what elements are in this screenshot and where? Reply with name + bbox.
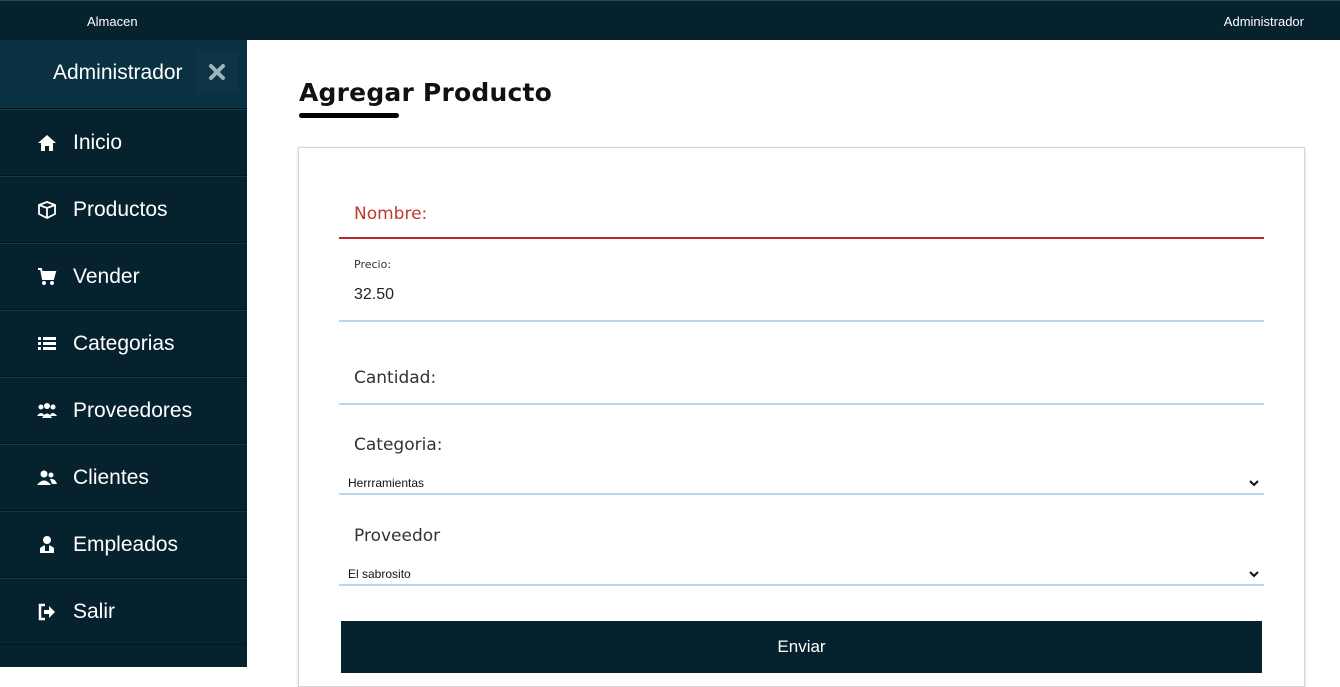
chevron-down-icon bbox=[1249, 571, 1259, 578]
sidebar-item-label: Proveedores bbox=[73, 399, 193, 422]
top-bar: Almacen Administrador bbox=[0, 0, 1340, 40]
nombre-field[interactable]: Nombre: bbox=[339, 188, 1264, 239]
page-title: Agregar Producto bbox=[299, 78, 552, 107]
cantidad-underline bbox=[339, 403, 1264, 405]
precio-underline bbox=[339, 320, 1264, 322]
sidebar-item-vender[interactable]: Vender bbox=[0, 243, 247, 310]
sidebar-item-clientes[interactable]: Clientes bbox=[0, 444, 247, 511]
categoria-selected-value: Herrramientas bbox=[348, 476, 425, 490]
sidebar-item-label: Vender bbox=[73, 265, 140, 288]
sidebar: Administrador Inicio Productos Vender Ca… bbox=[0, 40, 247, 667]
sidebar-item-label: Productos bbox=[73, 198, 168, 221]
categoria-label: Categoria: bbox=[354, 435, 443, 455]
sidebar-item-categorias[interactable]: Categorias bbox=[0, 310, 247, 377]
sidebar-item-label: Clientes bbox=[73, 466, 149, 489]
user-group-icon bbox=[37, 470, 57, 485]
sidebar-item-inicio[interactable]: Inicio bbox=[0, 109, 247, 176]
precio-value[interactable]: 32.50 bbox=[354, 286, 394, 304]
box-icon bbox=[38, 201, 56, 220]
sidebar-item-label: Inicio bbox=[73, 131, 123, 154]
logout-icon bbox=[38, 603, 55, 621]
sidebar-item-salir[interactable]: Salir bbox=[0, 578, 247, 645]
sidebar-item-empleados[interactable]: Empleados bbox=[0, 511, 247, 578]
proveedor-label: Proveedor bbox=[354, 526, 441, 546]
cantidad-label: Cantidad: bbox=[354, 368, 437, 388]
app-brand[interactable]: Almacen bbox=[87, 14, 138, 29]
categoria-select[interactable]: Herrramientas bbox=[339, 471, 1264, 495]
home-icon bbox=[38, 135, 56, 151]
proveedor-select[interactable]: El sabrosito bbox=[339, 562, 1264, 586]
title-underline bbox=[299, 113, 399, 118]
nombre-label: Nombre: bbox=[354, 204, 428, 224]
users-icon bbox=[37, 403, 57, 418]
user-name[interactable]: Administrador bbox=[1224, 14, 1304, 29]
sidebar-item-productos[interactable]: Productos bbox=[0, 176, 247, 243]
add-product-form: Nombre: Precio: 32.50 Cantidad: Categori… bbox=[298, 147, 1305, 687]
cart-icon bbox=[38, 268, 57, 285]
sidebar-title: Administrador bbox=[53, 61, 183, 84]
sidebar-item-label: Empleados bbox=[73, 533, 179, 556]
sidebar-item-proveedores[interactable]: Proveedores bbox=[0, 377, 247, 444]
submit-button[interactable]: Enviar bbox=[341, 621, 1262, 673]
close-sidebar-button[interactable] bbox=[195, 51, 238, 93]
sidebar-item-label: Salir bbox=[73, 600, 116, 623]
sidebar-header: Administrador bbox=[0, 40, 247, 109]
main-content: Agregar Producto Nombre: Precio: 32.50 C… bbox=[247, 40, 1340, 687]
sidebar-item-label: Categorias bbox=[73, 332, 175, 355]
list-icon bbox=[38, 337, 56, 350]
cantidad-field[interactable]: Cantidad: bbox=[339, 338, 1264, 405]
employee-icon bbox=[40, 536, 54, 553]
chevron-down-icon bbox=[1249, 480, 1259, 487]
nombre-underline bbox=[339, 237, 1264, 239]
proveedor-selected-value: El sabrosito bbox=[348, 567, 411, 581]
precio-label: Precio: bbox=[354, 258, 392, 271]
precio-field[interactable]: Precio: 32.50 bbox=[339, 253, 1264, 322]
close-icon bbox=[208, 64, 225, 80]
